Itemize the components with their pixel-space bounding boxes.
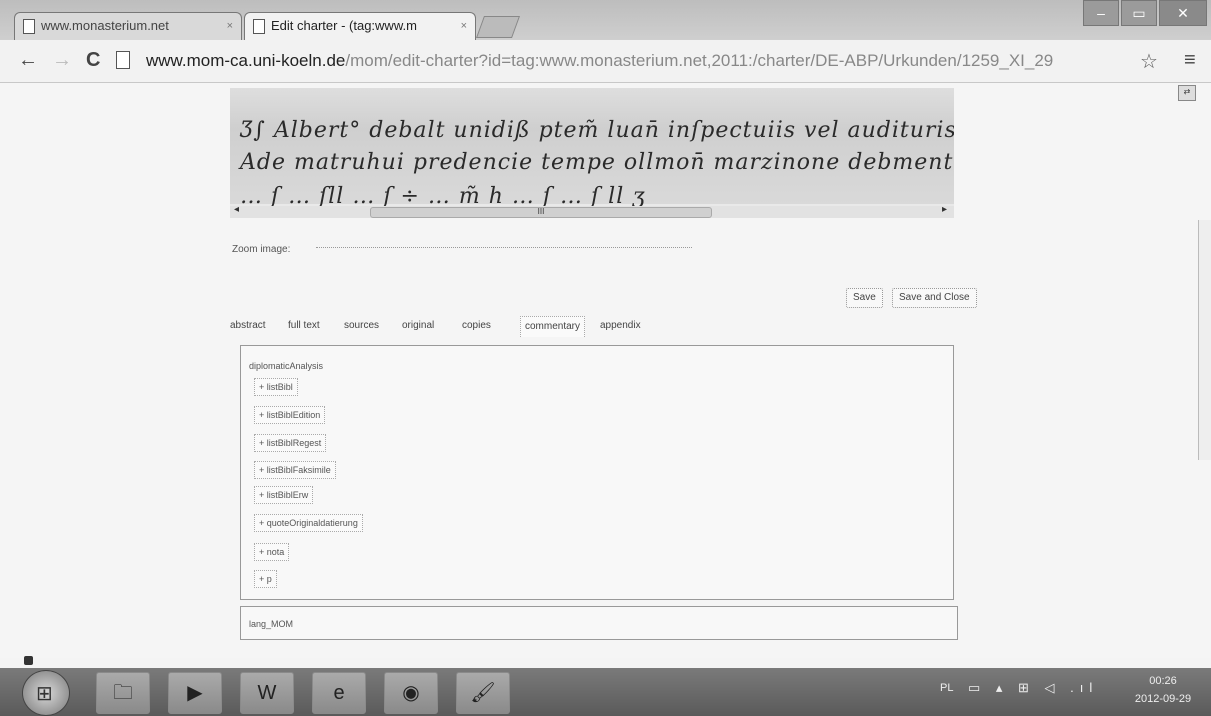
language-indicator[interactable]: PL xyxy=(940,682,953,694)
clock-date: 2012-09-29 xyxy=(1134,693,1192,705)
add-listbibledition-button[interactable]: + listBiblEdition xyxy=(254,406,326,424)
tab-title: Edit charter - (tag:www.m xyxy=(271,18,417,33)
url-text[interactable]: www.mom-ca.uni-koeln.de/mom/edit-charter… xyxy=(146,51,1053,71)
scroll-thumb[interactable]: III xyxy=(370,207,712,218)
page-icon xyxy=(23,19,35,34)
language-panel: lang_MOM xyxy=(240,606,958,640)
minimize-button[interactable]: – xyxy=(1083,0,1119,26)
script-line: Ade matruhui predencie tempe ollmon̄ mar… xyxy=(240,150,954,175)
page-scrollbar[interactable] xyxy=(1198,220,1211,460)
tab-monasterium[interactable]: www.monasterium.net × xyxy=(14,12,242,40)
tab-full-text[interactable]: full text xyxy=(288,316,320,336)
maximize-button[interactable]: ▭ xyxy=(1121,0,1157,26)
save-and-close-button[interactable]: Save and Close xyxy=(892,288,977,308)
tab-edit-charter[interactable]: Edit charter - (tag:www.m × xyxy=(244,12,476,40)
explorer-icon[interactable]: 🗀 xyxy=(96,672,150,714)
tab-close-icon[interactable]: × xyxy=(227,13,233,39)
internet-explorer-icon[interactable]: e xyxy=(312,672,366,714)
reload-icon[interactable]: C xyxy=(86,49,100,71)
menu-icon[interactable]: ≡ xyxy=(1184,49,1196,72)
tab-appendix[interactable]: appendix xyxy=(600,316,641,336)
script-line: Ʒ∫ Albert° debalt unidiß ptem̃ luan̄ inſ… xyxy=(240,118,954,143)
word-icon[interactable]: W xyxy=(240,672,294,714)
translate-icon[interactable]: ⇄ xyxy=(1178,85,1196,101)
browser-toolbar: ← → C www.mom-ca.uni-koeln.de/mom/edit-c… xyxy=(0,40,1211,83)
add-quoteoriginaldatierung-button[interactable]: + quoteOriginaldatierung xyxy=(254,514,363,532)
panel-title: diplomaticAnalysis xyxy=(249,361,324,371)
forward-icon[interactable]: → xyxy=(52,49,72,71)
tab-abstract[interactable]: abstract xyxy=(230,316,266,336)
clock[interactable]: 00:26 2012-09-29 xyxy=(1128,672,1198,708)
new-tab-button[interactable] xyxy=(475,16,521,38)
tab-strip: www.monasterium.net × Edit charter - (ta… xyxy=(0,0,1211,40)
tab-title: www.monasterium.net xyxy=(41,18,169,33)
zoom-label: Zoom image: xyxy=(232,244,291,255)
window-controls: – ▭ ✕ xyxy=(1081,0,1207,26)
image-scrollbar[interactable]: ◂ III ▸ xyxy=(230,204,954,218)
scroll-right-icon[interactable]: ▸ xyxy=(942,204,947,215)
page-icon xyxy=(253,19,265,34)
tab-copies[interactable]: copies xyxy=(462,316,491,336)
address-bar[interactable]: www.mom-ca.uni-koeln.de/mom/edit-charter… xyxy=(110,46,1150,76)
charter-image-viewer[interactable]: Ʒ∫ Albert° debalt unidiß ptem̃ luan̄ inſ… xyxy=(230,88,954,218)
add-listbiblerw-button[interactable]: + listBiblErw xyxy=(254,486,314,504)
back-icon[interactable]: ← xyxy=(18,49,38,71)
add-listbiblregest-button[interactable]: + listBiblRegest xyxy=(254,434,327,452)
url-path: /mom/edit-charter?id=tag:www.monasterium… xyxy=(345,51,1054,70)
zoom-slider[interactable] xyxy=(316,241,692,248)
tab-original[interactable]: original xyxy=(402,316,434,336)
save-button[interactable]: Save xyxy=(846,288,883,308)
tray-icons[interactable]: ▭ ▴ ⊞ ◁ .ıl xyxy=(968,680,1098,696)
tab-commentary[interactable]: commentary xyxy=(520,316,586,337)
add-p-button[interactable]: + p xyxy=(254,570,277,588)
scroll-left-icon[interactable]: ◂ xyxy=(234,204,239,215)
media-player-icon[interactable]: ▶ xyxy=(168,672,222,714)
windows-logo-icon: ⊞ xyxy=(36,683,53,705)
bookmark-star-icon[interactable]: ☆ xyxy=(1140,49,1158,74)
tab-close-icon[interactable]: × xyxy=(461,13,467,39)
windows-taskbar: ⊞ 🗀 ▶ W e ◉ 🖌 PL ▭ ▴ ⊞ ◁ .ıl 00:26 2012-… xyxy=(0,668,1211,716)
chrome-icon[interactable]: ◉ xyxy=(384,672,438,714)
commentary-panel: diplomaticAnalysis + listBibl + listBibl… xyxy=(240,345,954,600)
add-listbibl-button[interactable]: + listBibl xyxy=(254,378,298,396)
clock-time: 00:26 xyxy=(1149,675,1177,687)
status-icon xyxy=(24,656,33,665)
tab-sources[interactable]: sources xyxy=(344,316,379,336)
add-listbiblfaksimile-button[interactable]: + listBiblFaksimile xyxy=(254,461,336,479)
language-label: lang_MOM xyxy=(249,619,294,629)
page-content: Ʒ∫ Albert° debalt unidiß ptem̃ luan̄ inſ… xyxy=(0,83,1211,658)
close-button[interactable]: ✕ xyxy=(1159,0,1207,26)
charter-image: Ʒ∫ Albert° debalt unidiß ptem̃ luan̄ inſ… xyxy=(230,88,954,209)
start-button[interactable]: ⊞ xyxy=(22,670,70,716)
paint-icon[interactable]: 🖌 xyxy=(456,672,510,714)
page-icon xyxy=(116,51,130,69)
add-nota-button[interactable]: + nota xyxy=(254,543,290,561)
url-host: www.mom-ca.uni-koeln.de xyxy=(146,51,346,70)
